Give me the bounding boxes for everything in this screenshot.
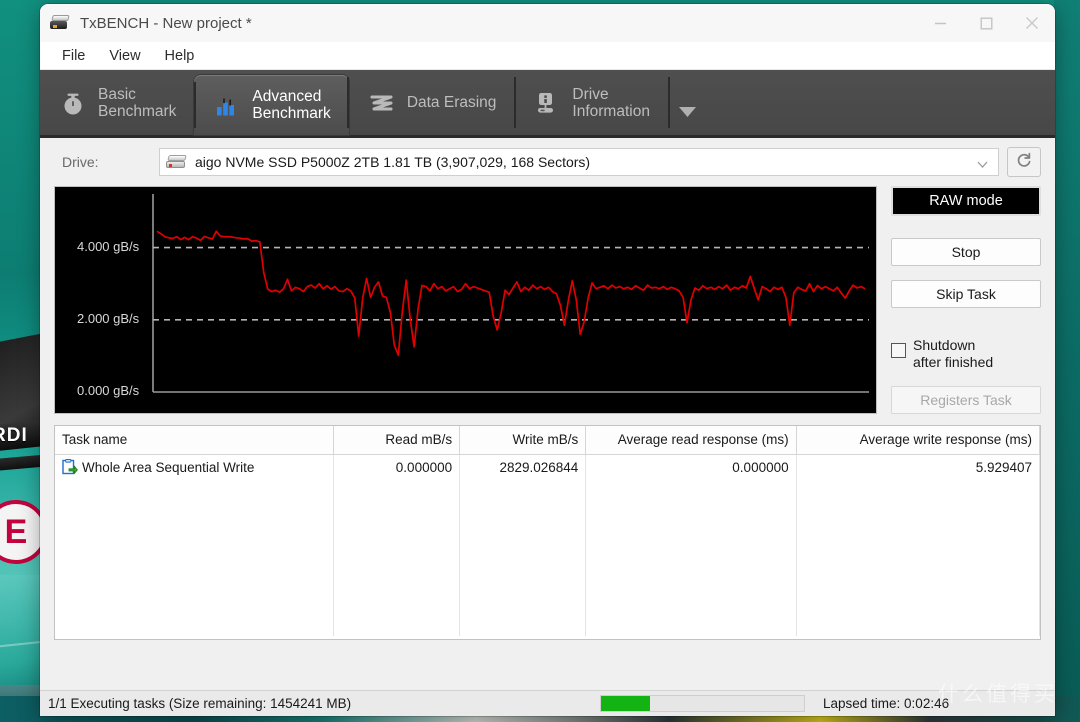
lapsed-time: Lapsed time: 0:02:46 — [823, 696, 950, 711]
cell-read: 0.000000 — [333, 454, 461, 480]
tab-advanced-line1: Advanced — [252, 88, 322, 105]
refresh-icon — [1015, 151, 1033, 174]
menu-item-file[interactable]: File — [50, 46, 97, 66]
tab-basic-benchmark-label: Basic Benchmark — [98, 86, 176, 120]
chart-ytick-4: 4.000 gB/s — [77, 238, 140, 254]
column-read[interactable]: Read mB/s — [333, 426, 461, 455]
graph-and-controls-row: 4.000 gB/s 2.000 gB/s 0.000 gB/s RAW mod… — [54, 186, 1041, 414]
close-icon[interactable] — [1009, 4, 1055, 42]
results-table-header: Task name Read mB/s Write mB/s Average r… — [55, 426, 1040, 455]
task-write-icon — [62, 459, 78, 475]
tab-advanced-benchmark-label: Advanced Benchmark — [252, 88, 330, 122]
table-empty-row — [55, 610, 1040, 636]
tab-advanced-line2: Benchmark — [252, 105, 331, 122]
tab-strip: Basic Benchmark Advanced Benchmark Data … — [40, 70, 1055, 138]
table-empty-row — [55, 480, 1040, 506]
tab-data-erasing-label: Data Erasing — [407, 94, 497, 111]
column-avg-write-response[interactable]: Average write response (ms) — [796, 426, 1040, 455]
table-empty-row — [55, 584, 1040, 610]
drive-select-value: aigo NVMe SSD P5000Z 2TB 1.81 TB (3,907,… — [195, 154, 591, 170]
tab-driveinfo-line1: Drive — [572, 85, 609, 103]
shutdown-label-line2: after finished — [913, 353, 994, 370]
minimize-icon[interactable] — [917, 4, 963, 42]
eraser-icon — [367, 88, 397, 118]
wallpaper-right-edge — [1054, 0, 1080, 722]
bar-chart-icon — [212, 90, 242, 120]
tab-drive-information[interactable]: Drive Information — [514, 70, 668, 135]
table-header-row: Task name Read mB/s Write mB/s Average r… — [55, 426, 1040, 455]
table-empty-row — [55, 506, 1040, 532]
control-buttons-panel: RAW mode Stop Skip Task Shutdown after f… — [891, 186, 1041, 414]
column-avg-read-response[interactable]: Average read response (ms) — [585, 426, 797, 455]
menu-bar: File View Help — [40, 42, 1055, 70]
shutdown-checkbox[interactable] — [891, 343, 906, 358]
results-table-element: Task name Read mB/s Write mB/s Average r… — [55, 426, 1040, 636]
txbench-window: TxBENCH - New project * File View Help B… — [40, 4, 1055, 716]
cell-avg-read-response: 0.000000 — [585, 454, 797, 480]
results-table-body: Whole Area Sequential Write 0.000000 282… — [55, 454, 1040, 636]
wallpaper-emblem-letter: E — [4, 512, 28, 551]
raw-mode-button[interactable]: RAW mode — [891, 186, 1041, 216]
cell-write: 2829.026844 — [459, 454, 587, 480]
tab-basic-line1: Basic — [98, 85, 136, 103]
shutdown-checkbox-label: Shutdown after finished — [913, 334, 993, 370]
refresh-button[interactable] — [1007, 147, 1041, 177]
drive-label: Drive: — [62, 154, 99, 170]
drive-select[interactable]: aigo NVMe SSD P5000Z 2TB 1.81 TB (3,907,… — [159, 148, 999, 176]
cell-task-name-text: Whole Area Sequential Write — [82, 459, 255, 475]
menu-item-view[interactable]: View — [97, 46, 152, 66]
tab-basic-benchmark[interactable]: Basic Benchmark — [40, 70, 194, 135]
menu-item-help[interactable]: Help — [153, 46, 207, 66]
cell-task-name: Whole Area Sequential Write — [55, 454, 334, 480]
table-empty-row — [55, 558, 1040, 584]
progress-bar-fill — [601, 696, 650, 711]
tab-data-erasing[interactable]: Data Erasing — [346, 70, 515, 135]
tab-erasing-line1: Data Erasing — [406, 94, 497, 111]
chart-ytick-2: 2.000 gB/s — [77, 310, 140, 326]
column-write[interactable]: Write mB/s — [459, 426, 587, 455]
window-controls — [917, 4, 1055, 42]
maximize-icon[interactable] — [963, 4, 1009, 42]
shutdown-after-finished-checkbox-row[interactable]: Shutdown after finished — [891, 334, 1041, 370]
shutdown-label-line1: Shutdown — [913, 337, 976, 353]
status-bar: 1/1 Executing tasks (Size remaining: 145… — [40, 690, 1055, 716]
stop-button[interactable]: Stop — [891, 238, 1041, 266]
skip-task-button[interactable]: Skip Task — [891, 280, 1041, 308]
title-bar[interactable]: TxBENCH - New project * — [40, 4, 1055, 42]
tab-basic-line2: Benchmark — [98, 102, 177, 120]
progress-bar — [600, 695, 805, 712]
drive-icon — [50, 14, 72, 32]
cell-avg-write-response: 5.929407 — [796, 454, 1040, 480]
tab-drive-information-label: Drive Information — [572, 86, 650, 120]
tab-advanced-benchmark[interactable]: Advanced Benchmark — [194, 75, 349, 135]
chevron-down-icon[interactable] — [977, 157, 988, 168]
status-text: 1/1 Executing tasks (Size remaining: 145… — [48, 696, 352, 711]
table-empty-row — [55, 532, 1040, 558]
registers-task-button[interactable]: Registers Task — [891, 386, 1041, 414]
hdd-icon — [166, 154, 188, 170]
tab-overflow-button[interactable] — [667, 70, 707, 135]
chart-plot-area — [152, 194, 869, 393]
column-task-name[interactable]: Task name — [55, 426, 334, 455]
table-row[interactable]: Whole Area Sequential Write 0.000000 282… — [55, 454, 1040, 480]
tab-driveinfo-line2: Information — [572, 102, 650, 120]
wallpaper-sponsor-text: RDI — [0, 425, 28, 446]
stopwatch-icon — [58, 88, 88, 118]
drive-selector-row: Drive: aigo NVMe SSD P5000Z 2TB 1.81 TB … — [54, 138, 1041, 186]
chart-ytick-0: 0.000 gB/s — [77, 383, 140, 398]
chevron-down-icon — [678, 105, 697, 123]
results-table[interactable]: Task name Read mB/s Write mB/s Average r… — [54, 425, 1041, 640]
window-title: TxBENCH - New project * — [80, 14, 252, 32]
throughput-chart: 4.000 gB/s 2.000 gB/s 0.000 gB/s — [54, 186, 877, 414]
drive-info-icon — [532, 88, 562, 118]
content-area: Drive: aigo NVMe SSD P5000Z 2TB 1.81 TB … — [40, 138, 1055, 690]
